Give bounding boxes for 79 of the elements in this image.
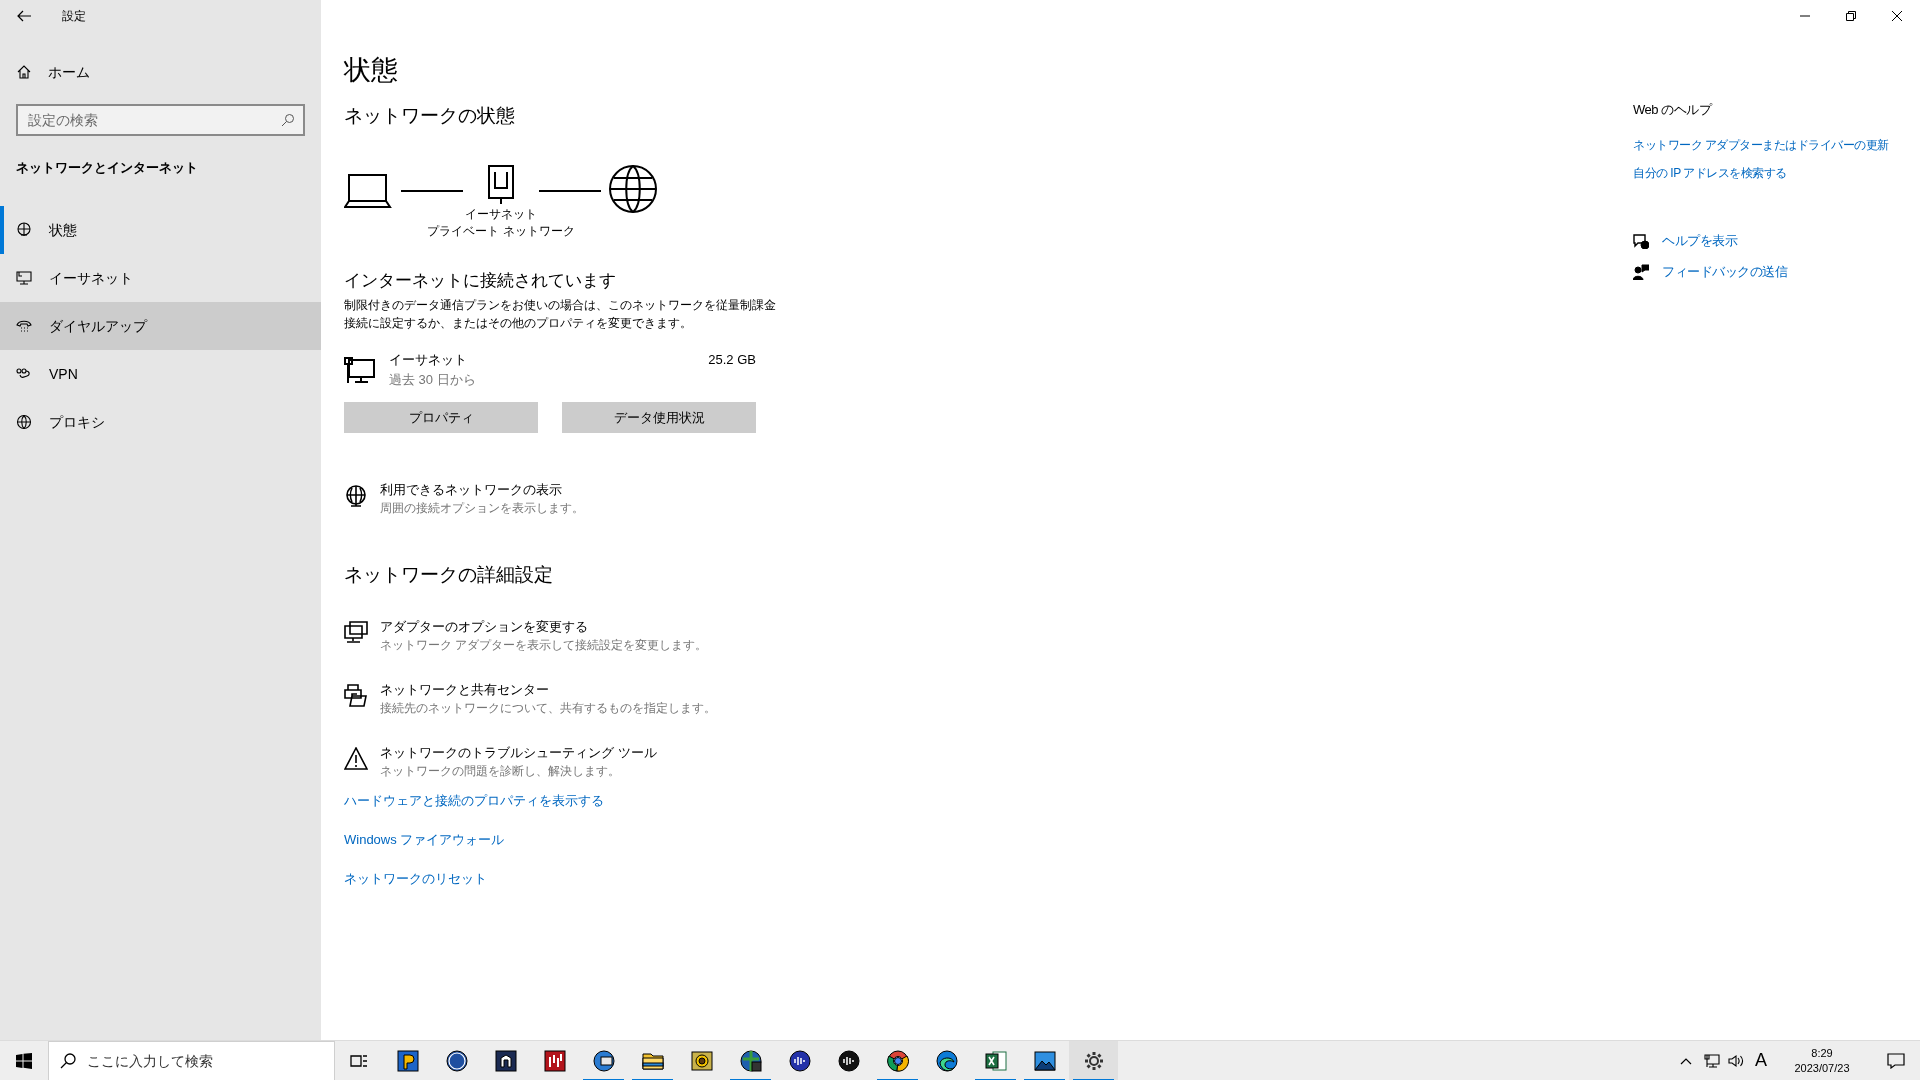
sidebar-item[interactable]: イーサネット — [0, 254, 321, 302]
section-heading: ネットワークの詳細設定 — [344, 563, 554, 587]
windows-logo-icon — [16, 1052, 32, 1069]
connection-heading: インターネットに接続されています — [344, 270, 617, 292]
edge-logo-icon — [934, 1048, 959, 1073]
input-mode-indicator[interactable]: A — [1752, 1047, 1770, 1074]
help-heading: Web のヘルプ — [1633, 101, 1713, 119]
settings-link[interactable]: ネットワークのリセット — [344, 869, 487, 889]
speech-bubble-icon — [1887, 1052, 1905, 1069]
chrome-logo-icon — [885, 1048, 910, 1073]
section-heading: ネットワークの状態 — [344, 104, 516, 128]
page-title: 状態 — [344, 54, 399, 87]
search-field[interactable]: 設定の検索 — [16, 104, 305, 136]
globe-chart-icon — [738, 1048, 763, 1073]
chat-help-icon — [1633, 233, 1649, 249]
action-button[interactable]: データ使用状況 — [562, 402, 756, 433]
back-button[interactable] — [16, 8, 32, 24]
network-type: プライベート ネットワーク — [427, 223, 575, 240]
candlestick-icon — [542, 1048, 567, 1073]
monitor-icon — [16, 270, 32, 286]
settings-link[interactable]: Windows ファイアウォール — [344, 830, 505, 850]
setting-description: 周囲の接続オプションを表示します。 — [380, 500, 584, 517]
action-button[interactable]: プロパティ — [344, 402, 538, 433]
waveform-dark-icon — [836, 1048, 861, 1073]
connection-description: 制限付きのデータ通信プランをお使いの場合は、このネットワークを従量制課金接続に設定するか、またはその他のプロパティを変更できます。 — [344, 297, 776, 332]
help-link[interactable]: ネットワーク アダプターまたはドライバーの更新 — [1633, 135, 1889, 155]
volume-icon — [1728, 1053, 1744, 1068]
setting-link[interactable]: 利用できるネットワークの表示 — [380, 480, 584, 499]
globe-icon — [16, 414, 32, 430]
network-icon — [1704, 1053, 1720, 1068]
setting-link[interactable]: ネットワークのトラブルシューティング ツール — [380, 743, 657, 762]
p-logo-icon — [395, 1048, 420, 1073]
person-feedback-icon — [1633, 264, 1649, 280]
printer-folder-icon — [344, 684, 368, 708]
restore-icon — [1846, 11, 1856, 21]
ethernet-monitor-icon — [344, 356, 376, 384]
setting-description: ネットワーク アダプターを表示して接続設定を変更します。 — [380, 637, 708, 654]
setting-link[interactable]: ネットワークと共有センター — [380, 680, 716, 699]
search-icon — [281, 113, 295, 127]
taskbar-search-field[interactable]: ここに入力して検索 — [48, 1040, 335, 1080]
setting-description: ネットワークの問題を診断し、解決します。 — [380, 763, 621, 780]
globe-monitor-icon — [16, 222, 32, 238]
network-name: イーサネット — [465, 206, 537, 223]
close-icon — [1892, 11, 1902, 21]
arch-logo-icon — [493, 1048, 518, 1073]
task-view-icon — [350, 1052, 368, 1069]
back-arrow-icon — [16, 8, 32, 24]
sidebar-item[interactable]: VPN — [0, 350, 321, 398]
window-title: 設定 — [62, 8, 86, 25]
settings-link[interactable]: ハードウェアと接続のプロパティを表示する — [344, 791, 604, 811]
help-action-link[interactable]: フィードバックの送信 — [1662, 262, 1787, 282]
waveform-circle-icon — [787, 1048, 812, 1073]
help-link[interactable]: 自分の IP アドレスを検索する — [1633, 163, 1787, 183]
sidebar-item[interactable]: プロキシ — [0, 398, 321, 446]
warning-icon — [344, 747, 368, 771]
home-icon — [17, 65, 31, 79]
globe-monitor-icon — [344, 484, 368, 508]
help-action-link[interactable]: ヘルプを表示 — [1662, 231, 1737, 251]
data-usage-amount: 25.2 GB — [708, 351, 756, 369]
setting-description: 接続先のネットワークについて、共有するものを指定します。 — [380, 700, 716, 717]
usage-period: 過去 30 日から — [389, 371, 477, 389]
sidebar-item[interactable]: ダイヤルアップ — [0, 302, 321, 350]
taskbar-app-button[interactable] — [1069, 1040, 1118, 1080]
ethernet-port-icon — [487, 164, 515, 206]
phone-icon — [16, 318, 32, 334]
home-link[interactable]: ホーム — [0, 52, 321, 92]
globe-icon — [608, 164, 658, 214]
setting-link[interactable]: アダプターのオプションを変更する — [380, 617, 708, 636]
clock-date[interactable]: 2023/07/23 — [1794, 1060, 1850, 1076]
section-heading: ネットワークとインターネット — [15, 159, 199, 177]
monitors-icon — [344, 621, 368, 645]
chevron-up-icon — [1680, 1056, 1692, 1065]
clock-time[interactable]: 8:29 — [1811, 1045, 1833, 1061]
sidebar-item[interactable]: 状態 — [0, 206, 321, 254]
search-icon — [60, 1052, 76, 1069]
mountain-picture-icon — [1032, 1048, 1057, 1073]
spreadsheet-icon — [983, 1048, 1008, 1073]
globe-screen-icon — [591, 1048, 616, 1073]
adapter-name: イーサネット — [389, 351, 468, 369]
